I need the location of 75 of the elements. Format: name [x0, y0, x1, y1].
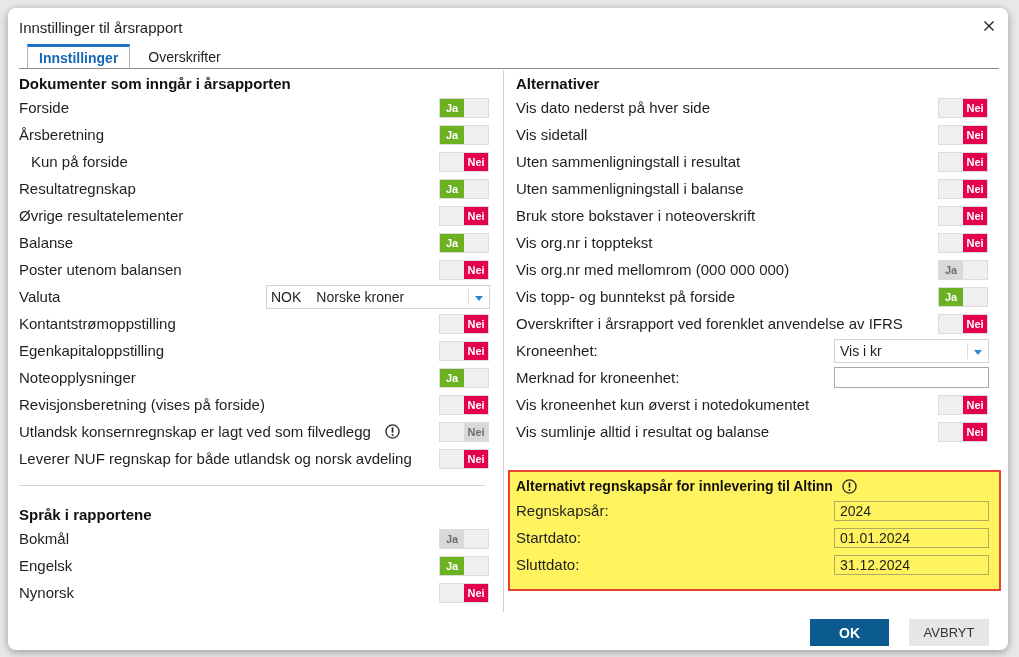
- setting-label: Kontantstrømoppstilling: [19, 315, 176, 332]
- setting-label: Engelsk: [19, 557, 73, 574]
- setting-label: Årsberetning: [19, 126, 105, 143]
- setting-label: Regnskapsår:: [516, 502, 609, 519]
- section-heading: Alternativt regnskapsår for innlevering til Altinn: [516, 478, 833, 494]
- setting-label: Bruk store bokstaver i noteoverskrift: [516, 207, 756, 224]
- setting-label: Balanse: [19, 234, 74, 251]
- toggle-switch[interactable]: Nei: [439, 259, 489, 280]
- caret-icon: [974, 349, 982, 355]
- toggle-switch[interactable]: Nei: [938, 421, 988, 442]
- tab[interactable]: Overskrifter: [130, 44, 239, 68]
- setting-label: Utlandsk konsernregnskap er lagt ved som filvedlegg: [19, 423, 371, 440]
- setting-label: Vis dato nederst på hver side: [516, 99, 710, 116]
- dropdown[interactable]: NOK Norske kroner: [266, 284, 490, 309]
- section-heading: Dokumenter som inngår i årsapporten: [19, 74, 291, 92]
- setting-label: Egenkapitaloppstilling: [19, 342, 165, 359]
- setting-label: Uten sammenligningstall i balanse: [516, 180, 744, 197]
- toggle-switch[interactable]: Nei: [439, 313, 489, 334]
- setting-label: Noteopplysninger: [19, 369, 136, 386]
- toggle-switch[interactable]: Nei: [938, 205, 988, 226]
- toggle-switch[interactable]: Nei: [938, 232, 988, 253]
- setting-label: Vis sidetall: [516, 126, 588, 143]
- toggle-switch[interactable]: Nei: [938, 124, 988, 145]
- toggle-switch[interactable]: Nei: [439, 151, 489, 172]
- setting-label: Kroneenhet:: [516, 342, 598, 359]
- toggle-switch[interactable]: Ja: [439, 232, 489, 253]
- setting-label: Nynorsk: [19, 584, 74, 601]
- setting-label: Poster utenom balansen: [19, 261, 182, 278]
- setting-label: Kun på forside: [31, 153, 128, 170]
- setting-label: Merknad for kroneenhet:: [516, 369, 680, 386]
- setting-label: Forside: [19, 99, 70, 116]
- tab[interactable]: Innstillinger: [27, 44, 131, 68]
- toggle-switch[interactable]: Nei: [938, 313, 988, 334]
- setting-label: Vis org.nr med mellomrom (000 000 000): [516, 261, 790, 278]
- input-field[interactable]: 01.01.2024: [834, 527, 989, 548]
- toggle-switch[interactable]: Nei: [938, 178, 988, 199]
- setting-label: Leverer NUF regnskap for både utlandsk og norsk avdeling: [19, 450, 412, 467]
- setting-label: Vis kroneenhet kun øverst i notedokumentet: [516, 396, 810, 413]
- toggle-switch[interactable]: Ja: [439, 555, 489, 576]
- toggle-switch[interactable]: Ja: [439, 97, 489, 118]
- cancel-button[interactable]: AVBRYT: [909, 619, 989, 646]
- toggle-switch[interactable]: Ja: [439, 178, 489, 199]
- setting-label: Bokmål: [19, 530, 70, 547]
- toggle-switch[interactable]: Ja: [439, 367, 489, 388]
- setting-label: Overskrifter i årsrapport ved forenklet anvendelse av IFRS: [516, 315, 903, 332]
- toggle-switch[interactable]: Ja: [938, 286, 988, 307]
- section-heading: Språk i rapportene: [19, 505, 152, 523]
- setting-label: Uten sammenligningstall i resultat: [516, 153, 741, 170]
- dropdown[interactable]: Vis i kr: [834, 338, 989, 363]
- setting-label: Revisjonsberetning (vises på forside): [19, 396, 265, 413]
- toggle-switch[interactable]: Ja: [439, 124, 489, 145]
- setting-label: Startdato:: [516, 529, 582, 546]
- toggle-switch[interactable]: Nei: [938, 394, 988, 415]
- toggle-switch[interactable]: Nei: [938, 151, 988, 172]
- toggle-switch[interactable]: Nei: [439, 394, 489, 415]
- setting-label: Vis sumlinje alltid i resultat og balanse: [516, 423, 770, 440]
- setting-label: Vis org.nr i topptekst: [516, 234, 653, 251]
- caret-icon: [475, 295, 483, 301]
- input-field[interactable]: [834, 367, 989, 388]
- setting-label: Øvrige resultatelementer: [19, 207, 184, 224]
- confirm-button[interactable]: OK: [810, 619, 889, 646]
- setting-label: Resultatregnskap: [19, 180, 136, 197]
- toggle-switch[interactable]: Nei: [938, 97, 988, 118]
- input-field[interactable]: 31.12.2024: [834, 554, 989, 575]
- dialog-title: Innstillinger til årsrapport: [19, 17, 183, 36]
- input-field[interactable]: 2024: [834, 500, 989, 521]
- setting-label: Vis topp- og bunntekst på forside: [516, 288, 736, 305]
- setting-label: Sluttdato:: [516, 556, 580, 573]
- toggle-switch[interactable]: Nei: [439, 448, 489, 469]
- toggle-switch[interactable]: Nei: [439, 205, 489, 226]
- setting-label: Valuta: [19, 288, 61, 305]
- section-heading: Alternativer: [516, 74, 600, 92]
- close-icon: [984, 21, 994, 31]
- toggle-switch[interactable]: Nei: [439, 582, 489, 603]
- toggle-switch[interactable]: Nei: [439, 340, 489, 361]
